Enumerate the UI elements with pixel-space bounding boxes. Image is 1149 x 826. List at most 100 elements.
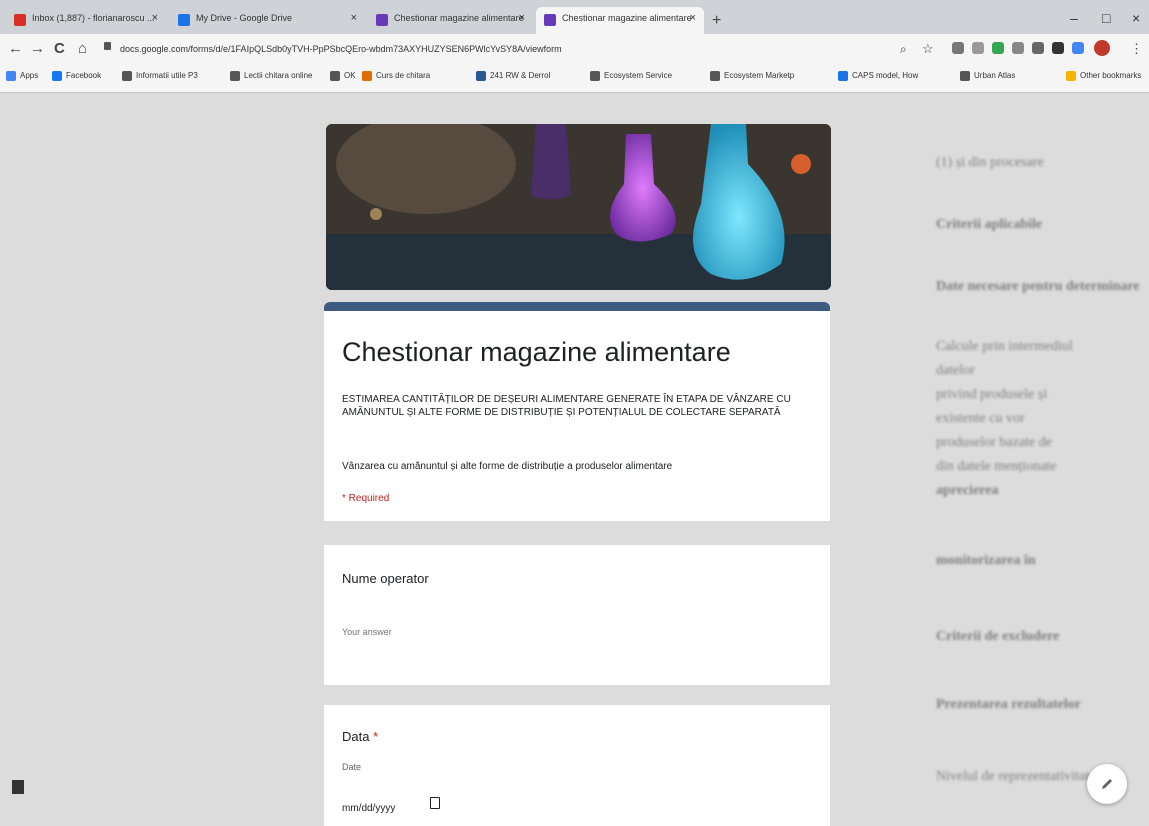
background-text: Calcule prin intermediul (936, 339, 1073, 354)
extension-icon[interactable] (1012, 42, 1024, 54)
extension-icon[interactable] (1052, 42, 1064, 54)
bookmark-label: Lectii chitara online (244, 71, 313, 80)
apps-icon (6, 71, 16, 81)
close-icon[interactable]: × (351, 12, 357, 24)
bookmark-label: Informatii utile P3 (136, 71, 198, 80)
bookmark-item[interactable]: Facebook (52, 71, 101, 81)
bookmark-icon (476, 71, 486, 81)
form-title: Chestionar magazine alimentare (342, 337, 731, 367)
bookmark-item[interactable]: Apps (6, 71, 39, 81)
bookmark-item[interactable]: Curs de chitara (362, 71, 431, 81)
tab-label: Chestionar magazine alimentare (562, 13, 692, 23)
question-label: Nume operator (342, 571, 429, 586)
bookmark-label: Urban Atlas (974, 71, 1016, 80)
calendar-icon[interactable] (430, 797, 440, 809)
question-label-text: Data (342, 729, 370, 744)
close-icon[interactable]: × (690, 12, 696, 24)
background-text: Prezentarea rezultatelor (936, 697, 1081, 712)
bookmark-item[interactable]: Ecosystem Service (590, 71, 673, 81)
operator-name-input[interactable]: Your answer (342, 627, 392, 637)
bookmark-item[interactable]: 241 RW & Derrol (476, 71, 551, 81)
globe-icon (710, 71, 720, 81)
background-text: Date necesare pentru determinare (936, 279, 1140, 294)
reload-icon[interactable]: C (54, 40, 65, 57)
forms-icon (544, 14, 556, 26)
back-icon[interactable]: ← (8, 40, 23, 57)
globe-icon (330, 71, 340, 81)
bookmark-item[interactable]: OK (330, 71, 356, 81)
star-icon[interactable]: ☆ (922, 41, 934, 57)
background-text: monitorizarea în (936, 553, 1036, 568)
edit-button[interactable] (1087, 764, 1127, 804)
form-title-card: Chestionar magazine alimentare ESTIMAREA… (324, 302, 830, 521)
question-card-operator: Nume operator Your answer (324, 545, 830, 685)
maximize-icon[interactable]: □ (1102, 10, 1110, 26)
bookmark-side-icon[interactable] (12, 780, 24, 794)
tab-drive[interactable]: My Drive - Google Drive × (170, 7, 365, 34)
avatar[interactable] (1094, 40, 1110, 56)
extension-icon[interactable] (1072, 42, 1084, 54)
minimize-icon[interactable]: – (1070, 10, 1078, 26)
bookmark-label: Ecosystem Service (604, 71, 673, 80)
required-mark: * (373, 729, 379, 744)
bookmark-label: Other bookmarks (1080, 71, 1142, 80)
bookmark-label: Apps (20, 71, 39, 80)
date-input[interactable]: mm/dd/yyyy (342, 803, 395, 814)
window-close-icon[interactable]: × (1132, 10, 1140, 26)
question-label: Data * (342, 729, 378, 744)
bookmark-icon (838, 71, 848, 81)
background-text: privind produsele și (936, 387, 1048, 402)
form-description: ESTIMAREA CANTITĂȚILOR DE DEȘEURI ALIMEN… (342, 394, 791, 418)
bookmark-item[interactable]: CAPS model, How (838, 71, 918, 81)
tab-label: Chestionar magazine alimentare (394, 13, 524, 23)
required-note: * Required (342, 493, 390, 504)
extension-icon[interactable] (992, 42, 1004, 54)
url-field[interactable]: docs.google.com/forms/d/e/1FAIpQLSdb0yTV… (120, 39, 570, 59)
background-text: Nivelul de reprezentativitate (936, 769, 1096, 784)
close-icon[interactable]: × (152, 12, 158, 24)
background-text: datelor (936, 363, 975, 378)
search-icon[interactable]: ⌕ (900, 42, 907, 57)
flasks-illustration (326, 124, 831, 290)
bookmark-item[interactable]: Informatii utile P3 (122, 71, 198, 81)
facebook-icon (52, 71, 62, 81)
tab-forms-active[interactable]: Chestionar magazine alimentare × (536, 7, 704, 34)
globe-icon (590, 71, 600, 81)
background-text: Criterii aplicabile (936, 217, 1043, 232)
extension-icon[interactable] (952, 42, 964, 54)
close-icon[interactable]: × (519, 12, 525, 24)
question-card-date: Data * Date mm/dd/yyyy (324, 705, 830, 826)
bookmark-label: Curs de chitara (376, 71, 431, 80)
bookmark-label: Ecosystem Marketp (724, 71, 795, 80)
form-subdescription: Vânzarea cu amănuntul și alte forme de d… (342, 461, 673, 472)
background-text: Criterii de excludere (936, 629, 1060, 644)
home-icon[interactable]: ⌂ (78, 40, 87, 57)
extension-icon[interactable] (1032, 42, 1044, 54)
gmail-icon (14, 14, 26, 26)
forms-icon (376, 14, 388, 26)
form-header-image (326, 124, 831, 290)
date-sublabel: Date (342, 762, 362, 772)
tab-gmail[interactable]: Inbox (1,887) - florianaroscu ... × (6, 7, 166, 34)
browser-tab-bar: Inbox (1,887) - florianaroscu ... × My D… (0, 0, 1149, 34)
edit-icon (1102, 779, 1112, 789)
globe-icon (122, 71, 132, 81)
tab-forms-1[interactable]: Chestionar magazine alimentare × (368, 7, 533, 34)
background-text: din datele menționate (936, 459, 1057, 474)
background-text: produselor bazate de (936, 435, 1052, 450)
bookmark-label: 241 RW & Derrol (490, 71, 551, 80)
extension-icon[interactable] (972, 42, 984, 54)
background-text: aprecierea (936, 483, 999, 498)
bookmark-item[interactable]: Urban Atlas (960, 71, 1016, 81)
new-tab-button[interactable]: + (712, 12, 721, 30)
tab-label: Inbox (1,887) - florianaroscu ... (32, 13, 155, 23)
bookmark-item[interactable]: Ecosystem Marketp (710, 71, 795, 81)
bookmarks-bar: Apps Facebook Informatii utile P3 Lectii… (0, 64, 1149, 93)
tab-label: My Drive - Google Drive (196, 13, 293, 23)
bookmark-item[interactable]: Lectii chitara online (230, 71, 313, 81)
menu-icon[interactable]: ⋮ (1130, 41, 1143, 57)
bookmark-item[interactable]: Other bookmarks (1066, 71, 1142, 81)
address-bar-row: ← → C ⌂ docs.google.com/forms/d/e/1FAIpQ… (0, 34, 1149, 64)
background-text: existente cu vor (936, 411, 1025, 426)
forward-icon[interactable]: → (30, 40, 45, 57)
